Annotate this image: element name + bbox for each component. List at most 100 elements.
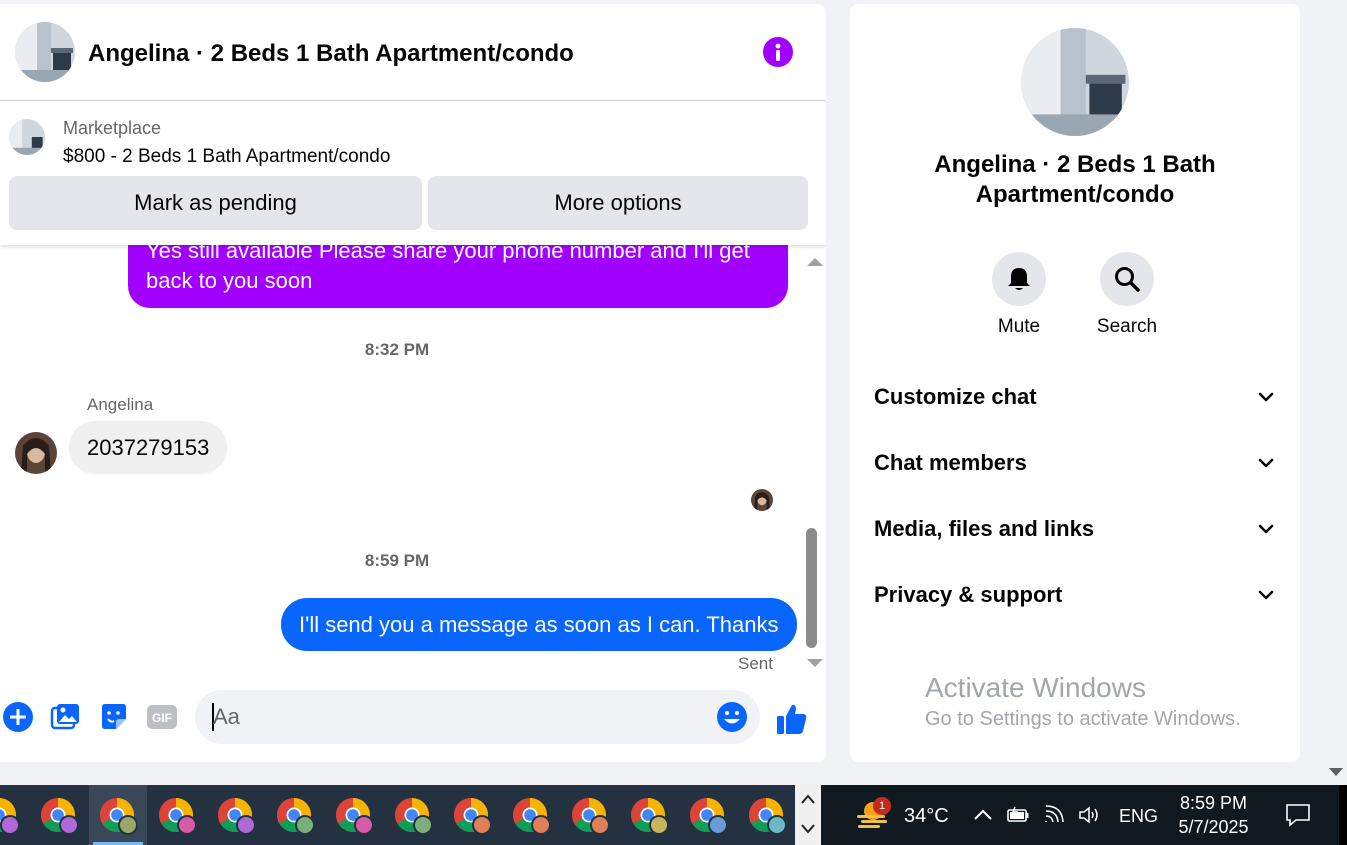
chat-avatar[interactable] (15, 22, 75, 82)
profile-avatar-icon (236, 815, 256, 835)
section-customize-chat[interactable]: Customize chat (874, 377, 1276, 417)
profile-avatar-icon (590, 815, 610, 835)
message-input-box[interactable] (195, 690, 760, 744)
profile-avatar-icon (0, 815, 20, 835)
chevron-down-icon (1258, 458, 1274, 468)
chevron-up-icon[interactable] (800, 793, 816, 805)
clock-date: 5/7/2025 (1178, 817, 1249, 837)
outgoing-message[interactable]: Yes still available Please share your ph… (128, 245, 788, 308)
info-icon[interactable] (763, 37, 793, 67)
chat-title[interactable]: Angelina · 2 Beds 1 Bath Apartment/condo (88, 40, 574, 68)
clock[interactable]: 8:59 PM 5/7/2025 (1166, 791, 1261, 839)
clock-time: 8:59 PM (1179, 793, 1248, 813)
show-hidden-icons-chevron-icon[interactable] (971, 804, 995, 826)
profile-avatar-icon (177, 815, 197, 835)
section-media-files-links[interactable]: Media, files and links (874, 509, 1276, 549)
plus-icon[interactable] (2, 701, 34, 733)
windows-taskbar: 1 34°C ENG 8:59 PM 5/7/2025 (0, 785, 1347, 845)
listing-thumbnail[interactable] (9, 119, 45, 155)
taskbar-chrome-app[interactable] (266, 785, 324, 845)
taskbar-chrome-app[interactable] (89, 785, 147, 845)
profile-avatar-icon (59, 815, 79, 835)
incoming-message[interactable]: 2037279153 (69, 421, 228, 474)
profile-avatar-icon (531, 815, 551, 835)
profile-avatar-icon (767, 815, 787, 835)
taskbar-chrome-app[interactable] (384, 785, 442, 845)
chat-panel: Angelina · 2 Beds 1 Bath Apartment/condo… (0, 4, 826, 762)
input-language[interactable]: ENG (1119, 806, 1158, 827)
temperature[interactable]: 34°C (904, 805, 949, 828)
message-composer: GIF (0, 684, 826, 754)
chevron-down-icon (1258, 524, 1274, 534)
volume-icon[interactable] (1077, 804, 1101, 826)
notifications-icon[interactable] (1284, 802, 1312, 828)
taskbar-chrome-app[interactable] (148, 785, 206, 845)
listing-source: Marketplace (63, 118, 162, 138)
thumbs-up-icon[interactable] (775, 702, 809, 736)
message-scrollbar[interactable] (802, 256, 823, 668)
conversation-avatar[interactable] (1021, 28, 1129, 136)
listing-title[interactable]: $800 - 2 Beds 1 Bath Apartment/condo (63, 146, 390, 168)
search-button[interactable]: Search (1082, 252, 1172, 338)
profile-avatar-icon (472, 815, 492, 835)
taskbar-chrome-app[interactable] (620, 785, 678, 845)
chat-header: Angelina · 2 Beds 1 Bath Apartment/condo (0, 4, 826, 101)
taskbar-chrome-app[interactable] (207, 785, 265, 845)
message-input[interactable] (213, 690, 703, 744)
search-label: Search (1096, 316, 1158, 337)
activate-windows-watermark: Activate Windows Go to Settings to activ… (925, 672, 1241, 731)
taskbar-chrome-app[interactable] (679, 785, 737, 845)
window-scrollbar[interactable] (1324, 0, 1347, 785)
taskbar-chrome-app[interactable] (325, 785, 383, 845)
message-timestamp: 8:59 PM (364, 551, 430, 570)
watermark-title: Activate Windows (925, 672, 1146, 703)
taskbar-chrome-app[interactable] (502, 785, 560, 845)
mark-as-pending-button[interactable]: Mark as pending (9, 176, 422, 230)
scroll-down-arrow-icon[interactable] (807, 659, 823, 667)
emoji-icon[interactable] (716, 701, 748, 733)
profile-avatar-icon (295, 815, 315, 835)
bell-icon (1008, 268, 1030, 290)
scroll-up-arrow-icon[interactable] (807, 258, 823, 266)
profile-avatar-icon (413, 815, 433, 835)
taskbar-apps (0, 785, 795, 845)
system-tray: 1 34°C ENG 8:59 PM 5/7/2025 (821, 785, 1347, 845)
taskbar-chrome-app[interactable] (443, 785, 501, 845)
scroll-down-arrow-icon[interactable] (1329, 768, 1343, 776)
seen-by-avatar (751, 489, 773, 511)
section-chat-members[interactable]: Chat members (874, 443, 1276, 483)
taskbar-chrome-app[interactable] (0, 785, 29, 845)
chevron-down-icon (1258, 590, 1274, 600)
mute-label: Mute (997, 316, 1041, 337)
battery-icon[interactable] (1006, 804, 1030, 826)
mute-button[interactable]: Mute (974, 252, 1064, 338)
search-icon (1115, 267, 1140, 292)
profile-avatar-icon (708, 815, 728, 835)
message-list: Yes still available Please share your ph… (0, 245, 826, 677)
profile-avatar-icon (354, 815, 374, 835)
sender-avatar[interactable] (15, 432, 57, 474)
conversation-info-panel: Angelina · 2 Beds 1 Bath Apartment/condo… (850, 4, 1300, 762)
message-timestamp: 8:32 PM (364, 340, 430, 359)
marketplace-listing-card: Marketplace $800 - 2 Beds 1 Bath Apartme… (0, 102, 826, 245)
conversation-title: Angelina · 2 Beds 1 Bath Apartment/condo (934, 151, 1216, 208)
show-desktop-button[interactable] (1339, 785, 1347, 845)
weather-notification-badge: 1 (873, 797, 891, 815)
chevron-down-icon (1258, 392, 1274, 402)
more-options-button[interactable]: More options (428, 176, 808, 230)
wifi-icon[interactable] (1043, 804, 1067, 826)
scrollbar-thumb[interactable] (806, 528, 817, 648)
taskbar-chrome-app[interactable] (561, 785, 619, 845)
taskbar-chrome-app[interactable] (30, 785, 88, 845)
photo-icon[interactable] (50, 701, 82, 733)
sender-name: Angelina (87, 395, 154, 414)
section-privacy-support[interactable]: Privacy & support (874, 575, 1276, 615)
gif-icon[interactable]: GIF (146, 701, 178, 733)
taskbar-chrome-app[interactable] (738, 785, 795, 845)
outgoing-message[interactable]: I'll send you a message as soon as I can… (281, 598, 797, 651)
chevron-down-icon[interactable] (800, 823, 816, 835)
section-label: Customize chat (874, 384, 1037, 409)
watermark-subtitle: Go to Settings to activate Windows. (925, 708, 1241, 730)
profile-avatar-icon (118, 815, 138, 835)
sticker-icon[interactable] (98, 701, 130, 733)
